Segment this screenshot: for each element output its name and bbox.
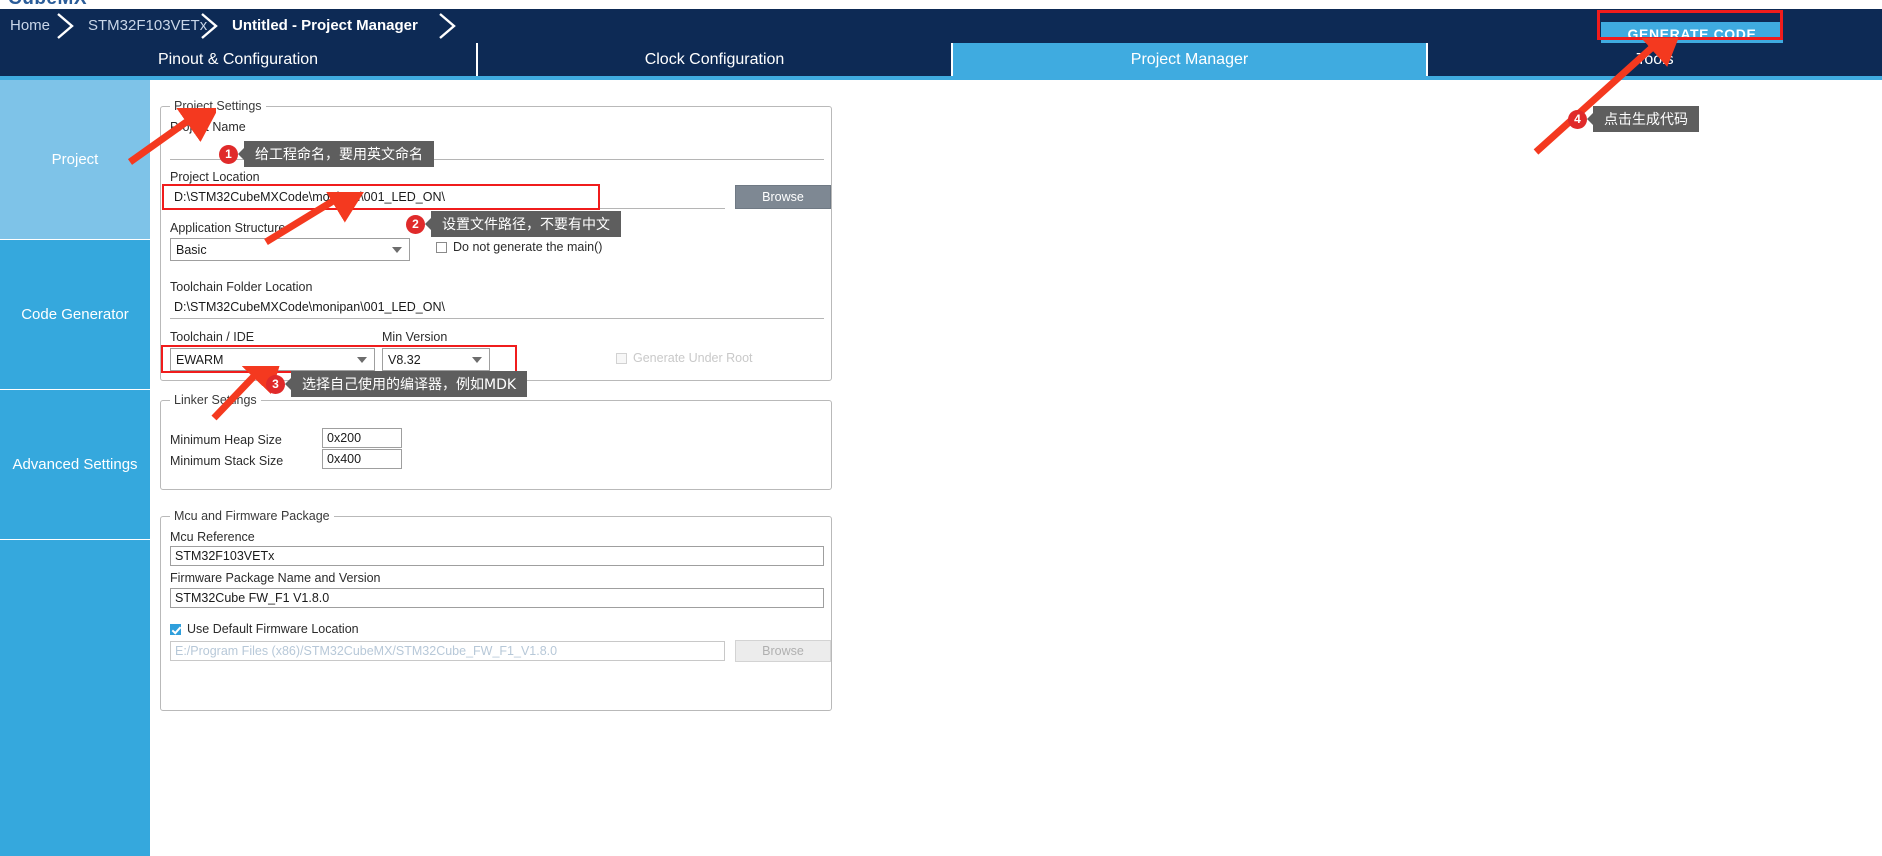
breadcrumb-item-project-manager[interactable]: Untitled - Project Manager xyxy=(232,9,418,43)
firmware-location-input: E:/Program Files (x86)/STM32CubeMX/STM32… xyxy=(170,641,725,661)
breadcrumb-chevron-icon xyxy=(56,13,78,39)
toolchain-ide-value: EWARM xyxy=(176,352,224,367)
mcu-reference-label: Mcu Reference xyxy=(170,530,255,544)
min-version-value: V8.32 xyxy=(388,352,421,367)
do-not-generate-main-label: Do not generate the main() xyxy=(453,240,603,254)
project-name-input[interactable] xyxy=(170,138,824,160)
project-settings-title: Project Settings xyxy=(170,99,266,113)
toolchain-folder-label: Toolchain Folder Location xyxy=(170,280,313,294)
tab-tools[interactable]: Tools xyxy=(1428,43,1882,76)
main-tab-bar: Pinout & Configuration Clock Configurati… xyxy=(0,43,1882,76)
chevron-down-icon xyxy=(392,246,402,253)
mcu-reference-input: STM32F103VETx xyxy=(170,546,824,566)
project-location-input[interactable]: D:\STM32CubeMXCode\monipan\001_LED_ON\ xyxy=(170,187,725,209)
breadcrumb-chevron-icon xyxy=(438,13,460,39)
min-version-label: Min Version xyxy=(382,330,448,344)
minimum-heap-size-input[interactable]: 0x200 xyxy=(322,428,402,448)
project-location-label: Project Location xyxy=(170,170,260,184)
project-manager-content: Project Settings Project Name Project Lo… xyxy=(150,80,1882,776)
use-default-firmware-location-checkbox[interactable] xyxy=(170,623,181,635)
sidebar-item-advanced-settings[interactable]: Advanced Settings xyxy=(0,390,150,540)
project-name-label: Project Name xyxy=(170,120,246,134)
breadcrumb-bar: Home STM32F103VETx Untitled - Project Ma… xyxy=(0,9,1882,47)
sidebar-item-code-generator[interactable]: Code Generator xyxy=(0,240,150,390)
minimum-stack-size-input[interactable]: 0x400 xyxy=(322,449,402,469)
min-version-select[interactable]: V8.32 xyxy=(382,348,490,371)
app-logo-text: CubeMX xyxy=(8,0,87,9)
left-sidebar: Project Code Generator Advanced Settings xyxy=(0,80,150,856)
tab-pinout-configuration[interactable]: Pinout & Configuration xyxy=(0,43,478,76)
generate-under-root-checkbox xyxy=(616,352,627,364)
use-default-firmware-location-label: Use Default Firmware Location xyxy=(187,622,359,636)
do-not-generate-main-row[interactable]: Do not generate the main() xyxy=(436,240,602,254)
sidebar-item-label: Advanced Settings xyxy=(12,456,138,473)
toolchain-ide-select[interactable]: EWARM xyxy=(170,348,375,371)
breadcrumb-item-home[interactable]: Home xyxy=(10,9,50,43)
breadcrumb-item-mcu[interactable]: STM32F103VETx xyxy=(88,9,207,43)
toolchain-ide-label: Toolchain / IDE xyxy=(170,330,255,344)
generate-under-root-label: Generate Under Root xyxy=(633,351,753,365)
sidebar-item-empty[interactable] xyxy=(0,540,150,856)
firmware-package-label: Firmware Package Name and Version xyxy=(170,571,381,585)
project-location-browse-button[interactable]: Browse xyxy=(735,185,831,209)
application-structure-label: Application Structure xyxy=(170,221,286,235)
do-not-generate-main-checkbox[interactable] xyxy=(436,241,447,253)
tab-project-manager[interactable]: Project Manager xyxy=(953,43,1428,76)
mcu-firmware-title: Mcu and Firmware Package xyxy=(170,509,334,523)
sidebar-item-project[interactable]: Project xyxy=(0,80,150,240)
tab-clock-configuration[interactable]: Clock Configuration xyxy=(478,43,953,76)
application-structure-select[interactable]: Basic xyxy=(170,238,410,261)
use-default-firmware-location-row[interactable]: Use Default Firmware Location xyxy=(170,622,359,636)
toolchain-folder-input[interactable]: D:\STM32CubeMXCode\monipan\001_LED_ON\ xyxy=(170,297,824,319)
app-logo-strip: CubeMX xyxy=(0,0,1882,9)
application-structure-value: Basic xyxy=(176,242,207,257)
minimum-heap-size-label: Minimum Heap Size xyxy=(170,433,282,447)
minimum-stack-size-label: Minimum Stack Size xyxy=(170,454,284,468)
sidebar-item-label: Project xyxy=(51,151,99,168)
chevron-down-icon xyxy=(357,356,367,363)
firmware-package-input: STM32Cube FW_F1 V1.8.0 xyxy=(170,588,824,608)
chevron-down-icon xyxy=(472,356,482,363)
linker-settings-title: Linker Settings xyxy=(170,393,261,407)
breadcrumb-chevron-icon xyxy=(200,13,222,39)
generate-under-root-row: Generate Under Root xyxy=(616,351,753,365)
firmware-location-browse-button: Browse xyxy=(735,640,831,662)
sidebar-item-label: Code Generator xyxy=(21,306,129,323)
